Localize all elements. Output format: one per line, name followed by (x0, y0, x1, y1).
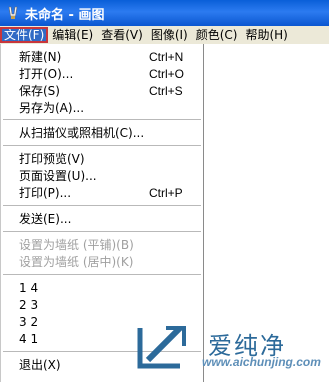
menu-image[interactable]: 图像(I) (147, 27, 192, 43)
menu-item-send[interactable]: 发送(E)... (1, 210, 203, 228)
menu-item-save[interactable]: 保存(S) Ctrl+S (1, 82, 203, 100)
menu-help[interactable]: 帮助(H) (241, 27, 291, 43)
title-bar[interactable]: 未命名 - 画图 (0, 0, 329, 26)
menu-item-open[interactable]: 打开(O)... Ctrl+O (1, 65, 203, 83)
watermark-logo-icon (137, 325, 186, 369)
menu-separator (3, 274, 201, 275)
menu-file[interactable]: 文件(F) (0, 27, 49, 43)
menu-item-print[interactable]: 打印(P)... Ctrl+P (1, 184, 203, 202)
menu-item-from-scanner[interactable]: 从扫描仪或照相机(C)... (1, 124, 203, 142)
menu-edit[interactable]: 编辑(E) (48, 27, 97, 43)
menu-view[interactable]: 查看(V) (97, 27, 147, 43)
menu-separator (3, 205, 201, 206)
menu-item-recent-2[interactable]: 2 3 (1, 296, 203, 314)
menu-separator (3, 231, 201, 232)
menu-bar: 文件(F) 编辑(E) 查看(V) 图像(I) 颜色(C) 帮助(H) (0, 26, 329, 44)
menu-separator (3, 119, 201, 120)
menu-item-print-preview[interactable]: 打印预览(V) (1, 150, 203, 168)
watermark-url: www.aichunjing.com (202, 355, 321, 369)
menu-item-new[interactable]: 新建(N) Ctrl+N (1, 48, 203, 66)
menu-item-save-as[interactable]: 另存为(A)... (1, 99, 203, 117)
menu-item-recent-1[interactable]: 1 4 (1, 279, 203, 297)
menu-item-page-setup[interactable]: 页面设置(U)... (1, 167, 203, 185)
window-title: 未命名 - 画图 (25, 7, 105, 23)
paint-brush-icon (5, 5, 21, 21)
menu-colors[interactable]: 颜色(C) (192, 27, 242, 43)
menu-item-wallpaper-tile: 设置为墙纸 (平铺)(B) (19, 238, 134, 252)
menu-separator (3, 145, 201, 146)
menu-item-wallpaper-center: 设置为墙纸 (居中)(K) (19, 255, 134, 269)
